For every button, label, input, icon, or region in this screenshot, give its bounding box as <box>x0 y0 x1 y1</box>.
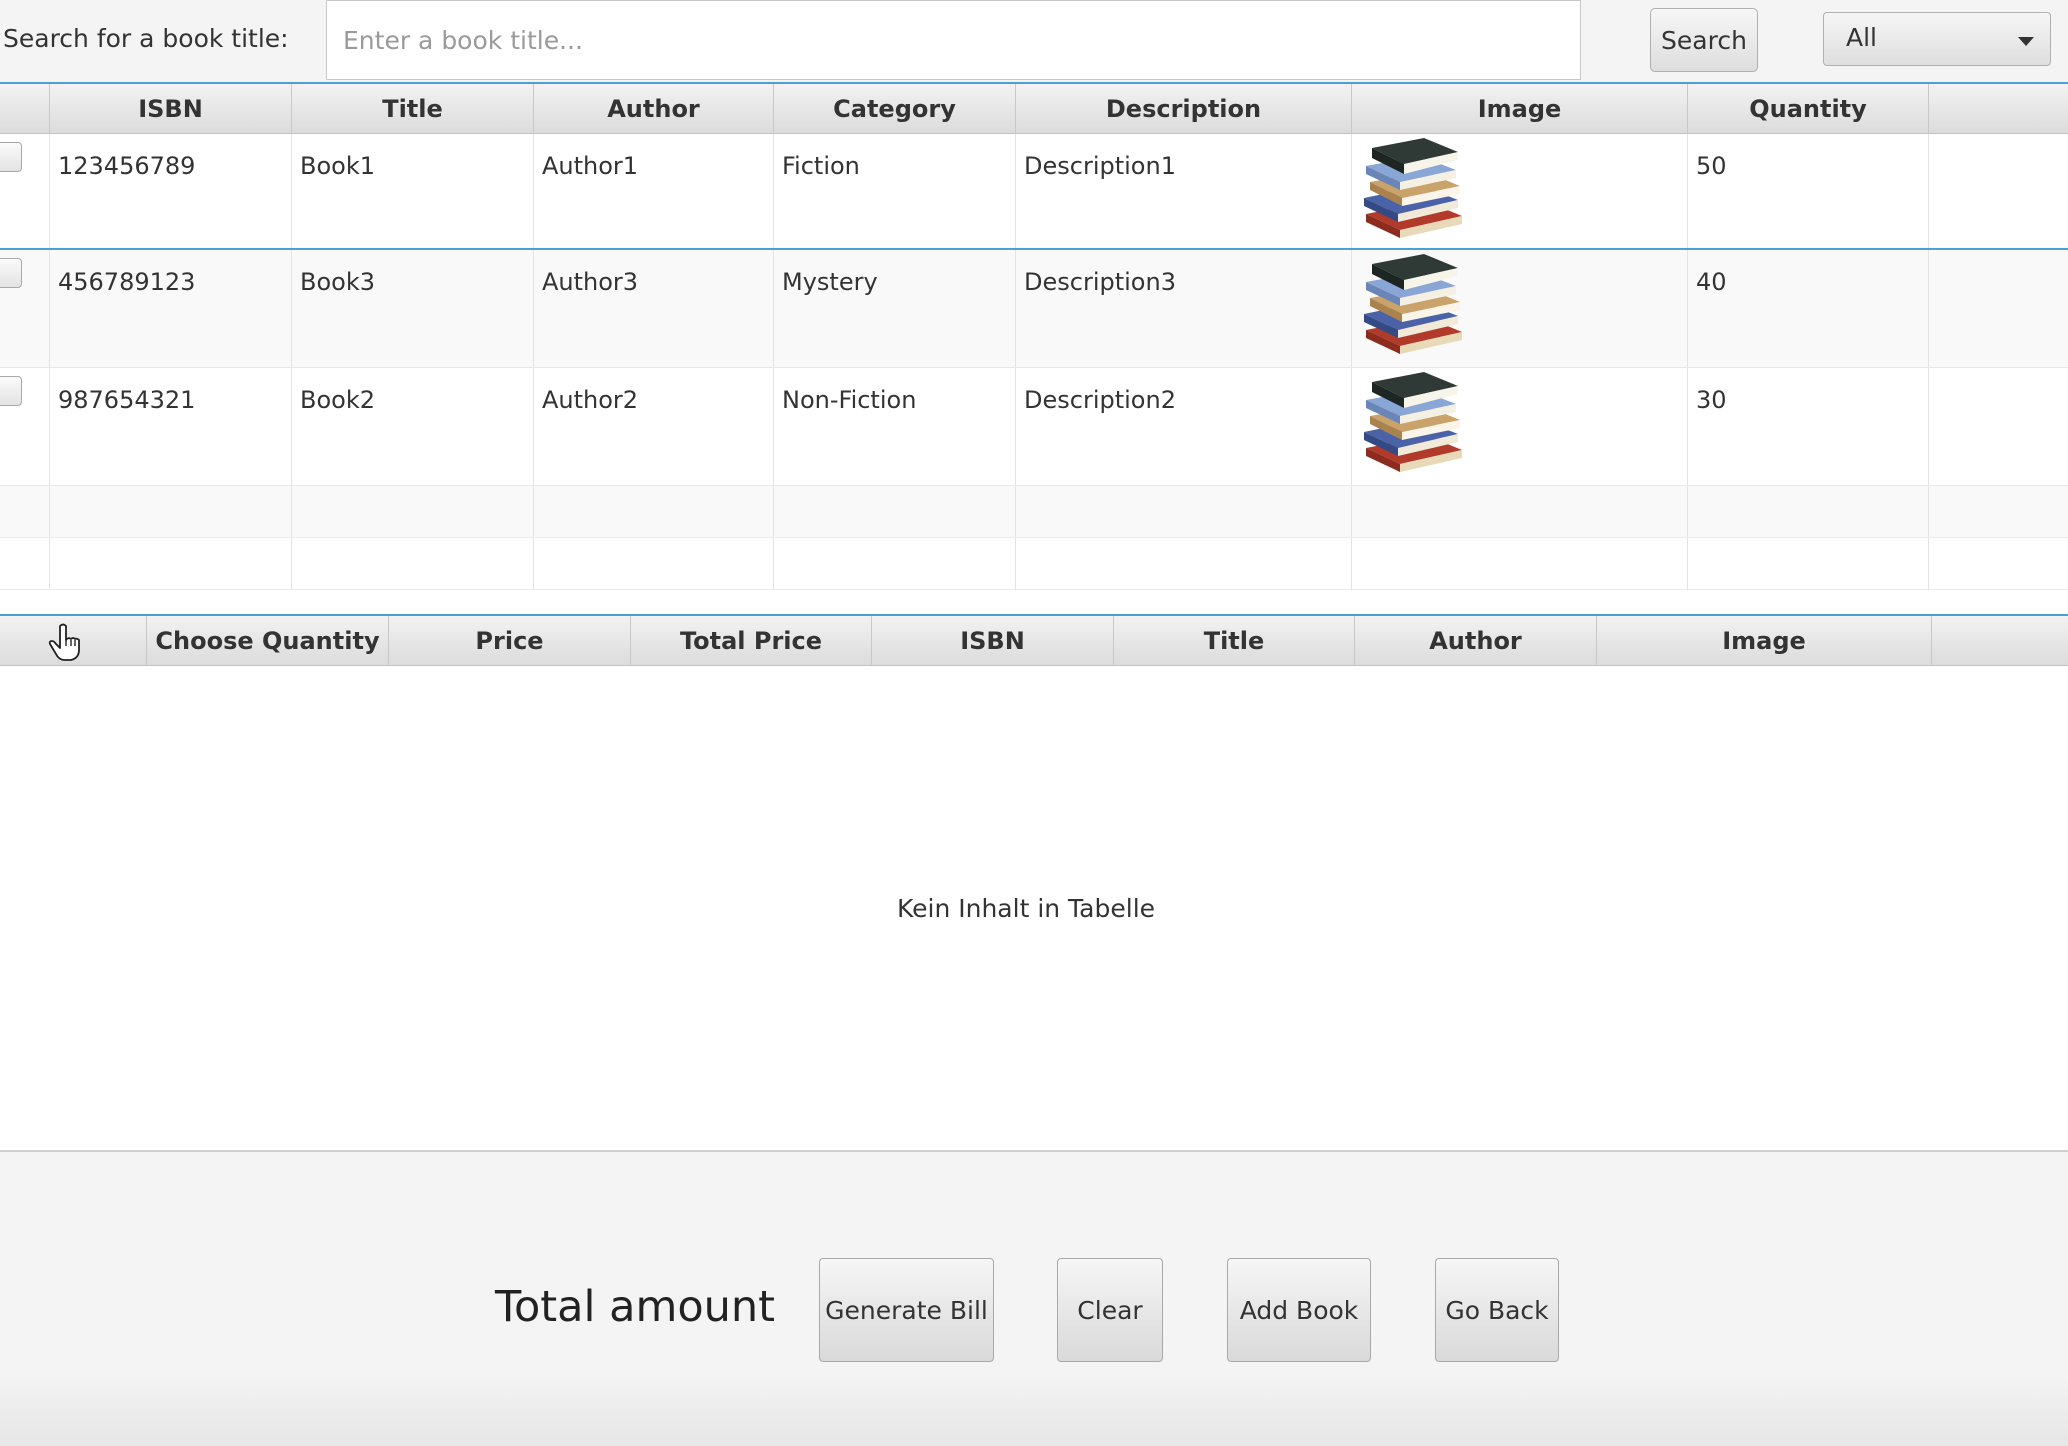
empty-cell <box>292 486 534 537</box>
column-header-select[interactable] <box>0 84 50 134</box>
column-header-category[interactable]: Category <box>774 84 1016 134</box>
column-header-title[interactable]: Title <box>1114 616 1355 666</box>
cart-table-header: Choose Quantity Price Total Price ISBN T… <box>0 614 2068 666</box>
empty-table-message: Kein Inhalt in Tabelle <box>896 894 1156 923</box>
column-header-isbn[interactable]: ISBN <box>872 616 1114 666</box>
search-input[interactable] <box>326 0 1581 80</box>
cell-title: Book2 <box>292 368 534 485</box>
column-header-choose-quantity[interactable]: Choose Quantity <box>147 616 389 666</box>
cell-author: Author2 <box>534 368 774 485</box>
cart-table: Choose Quantity Price Total Price ISBN T… <box>0 614 2068 1150</box>
column-header-image[interactable]: Image <box>1597 616 1932 666</box>
column-header-quantity[interactable]: Quantity <box>1688 84 1929 134</box>
column-header-description[interactable]: Description <box>1016 84 1352 134</box>
empty-cell <box>534 538 774 589</box>
add-book-button[interactable]: Add Book <box>1227 1258 1371 1362</box>
empty-cell <box>0 486 50 537</box>
cell-isbn: 456789123 <box>50 250 292 367</box>
table-row[interactable]: 987654321 Book2 Author2 Non-Fiction Descript… <box>0 368 2068 486</box>
empty-cell <box>534 486 774 537</box>
column-header-title[interactable]: Title <box>292 84 534 134</box>
empty-cell <box>1352 538 1688 589</box>
search-bar: Search for a book title: Search All <box>0 0 2068 82</box>
clear-button[interactable]: Clear <box>1057 1258 1163 1362</box>
cell-filler <box>1929 134 2068 248</box>
empty-cell <box>774 486 1016 537</box>
search-label: Search for a book title: <box>3 24 289 53</box>
row-select-cell <box>0 134 50 248</box>
empty-table-row <box>0 486 2068 538</box>
column-header-price[interactable]: Price <box>389 616 631 666</box>
column-header-filler <box>1932 616 2068 666</box>
books-table-header: ISBN Title Author Category Description I… <box>0 82 2068 134</box>
table-row[interactable]: 456789123 Book3 Author3 Mystery Description3… <box>0 250 2068 368</box>
empty-cell <box>50 486 292 537</box>
row-select-cell <box>0 250 50 367</box>
hand-pointer-icon <box>48 623 80 661</box>
column-header-filler <box>1929 84 2068 134</box>
cell-isbn: 987654321 <box>50 368 292 485</box>
column-header-author[interactable]: Author <box>1355 616 1597 666</box>
total-amount-label: Total amount <box>495 1282 776 1332</box>
row-checkbox[interactable] <box>0 142 22 172</box>
cell-description: Description3 <box>1016 250 1352 367</box>
empty-cell <box>774 538 1016 589</box>
cell-isbn: 123456789 <box>50 134 292 248</box>
column-header-author[interactable]: Author <box>534 84 774 134</box>
cell-quantity: 50 <box>1688 134 1929 248</box>
empty-cell <box>1016 486 1352 537</box>
empty-table-row <box>0 538 2068 590</box>
empty-cell <box>50 538 292 589</box>
footer-bar: Total amount Generate Bill Clear Add Boo… <box>0 1150 2068 1446</box>
empty-cell <box>1016 538 1352 589</box>
empty-cell <box>1688 538 1929 589</box>
cell-category: Fiction <box>774 134 1016 248</box>
cell-image <box>1352 134 1688 248</box>
book-stack-icon <box>1358 370 1468 476</box>
books-table: ISBN Title Author Category Description I… <box>0 82 2068 614</box>
book-stack-icon <box>1358 136 1468 242</box>
column-header-image[interactable]: Image <box>1352 84 1688 134</box>
empty-cell <box>1688 486 1929 537</box>
chevron-down-icon <box>2018 37 2034 46</box>
go-back-button[interactable]: Go Back <box>1435 1258 1559 1362</box>
book-stack-icon <box>1358 252 1468 358</box>
cell-title: Book1 <box>292 134 534 248</box>
category-dropdown-value: All <box>1846 23 1877 52</box>
row-select-cell <box>0 368 50 485</box>
cell-title: Book3 <box>292 250 534 367</box>
cell-filler <box>1929 250 2068 367</box>
table-row[interactable]: 123456789 Book1 Author1 Fiction Description1… <box>0 134 2068 250</box>
cell-filler <box>1929 368 2068 485</box>
empty-cell <box>292 538 534 589</box>
cell-category: Mystery <box>774 250 1016 367</box>
generate-bill-button[interactable]: Generate Bill <box>819 1258 994 1362</box>
column-header-total-price[interactable]: Total Price <box>631 616 872 666</box>
cell-author: Author3 <box>534 250 774 367</box>
column-header-action[interactable] <box>0 616 147 666</box>
category-dropdown[interactable]: All <box>1823 12 2051 66</box>
cell-image <box>1352 368 1688 485</box>
cell-quantity: 30 <box>1688 368 1929 485</box>
column-header-isbn[interactable]: ISBN <box>50 84 292 134</box>
row-checkbox[interactable] <box>0 258 22 288</box>
cell-image <box>1352 250 1688 367</box>
cell-author: Author1 <box>534 134 774 248</box>
empty-cell <box>1352 486 1688 537</box>
cell-description: Description2 <box>1016 368 1352 485</box>
cell-category: Non-Fiction <box>774 368 1016 485</box>
cell-description: Description1 <box>1016 134 1352 248</box>
search-button[interactable]: Search <box>1650 8 1758 72</box>
cell-quantity: 40 <box>1688 250 1929 367</box>
row-checkbox[interactable] <box>0 376 22 406</box>
empty-cell <box>0 538 50 589</box>
